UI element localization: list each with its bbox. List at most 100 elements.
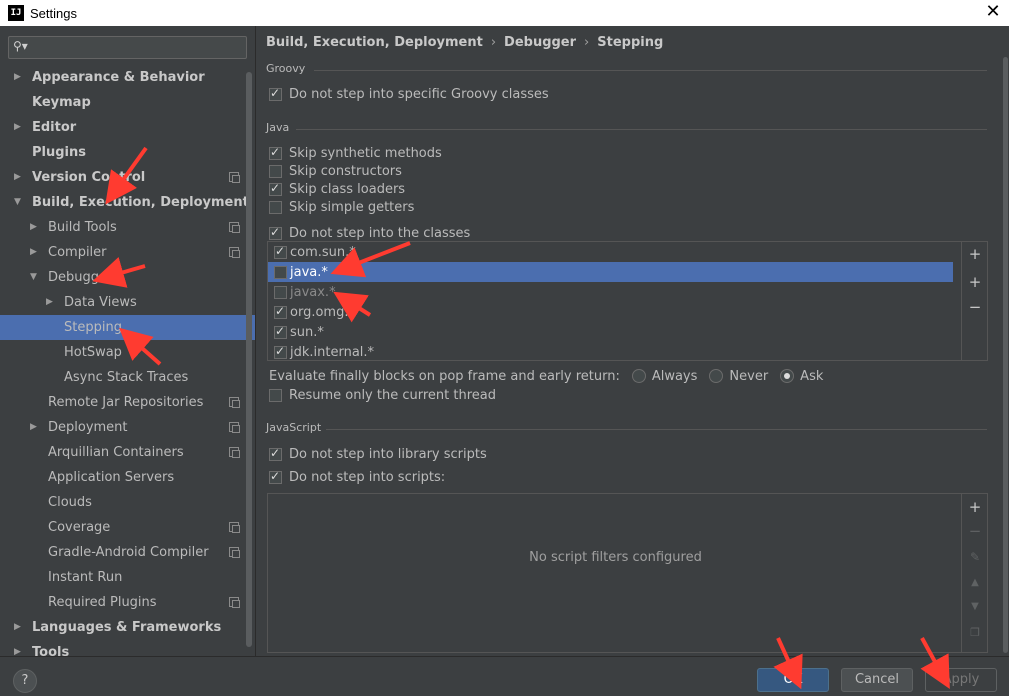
sidebar-item[interactable]: Gradle-Android Compiler xyxy=(0,540,255,565)
remove-icon: − xyxy=(968,522,982,540)
sidebar-item[interactable]: ▼ Debugger xyxy=(0,265,255,290)
sidebar-item[interactable]: Required Plugins xyxy=(0,590,255,615)
sidebar-item[interactable]: Arquillian Containers xyxy=(0,440,255,465)
collapsed-arrow-icon[interactable]: ▶ xyxy=(46,290,53,315)
radio-never[interactable] xyxy=(709,369,724,383)
class-filter-row[interactable]: com.sun.* xyxy=(268,242,953,262)
checkbox[interactable] xyxy=(274,344,287,359)
sidebar-item[interactable]: Keymap xyxy=(0,90,255,115)
cancel-button[interactable]: Cancel xyxy=(841,668,913,692)
class-filter-list[interactable]: com.sun.* java.* javax.* org.omg.* sun.* jdk.… xyxy=(267,241,988,361)
class-filter-row[interactable]: jdk.internal.* xyxy=(268,342,953,360)
collapsed-arrow-icon[interactable]: ▶ xyxy=(30,415,37,440)
radio-ask-label[interactable]: Ask xyxy=(800,369,823,384)
collapsed-arrow-icon[interactable]: ▶ xyxy=(14,615,21,640)
option-scripts[interactable]: Do not step into scripts: xyxy=(269,468,445,486)
checkbox[interactable] xyxy=(269,164,282,178)
sidebar-item[interactable]: ▶ Editor xyxy=(0,115,255,140)
option-groovy-classes[interactable]: Do not step into specific Groovy classes xyxy=(269,85,549,103)
class-filter-row[interactable]: javax.* xyxy=(268,282,953,302)
checkbox[interactable] xyxy=(269,388,282,402)
expanded-arrow-icon[interactable]: ▼ xyxy=(30,265,37,290)
edit-icon: ✎ xyxy=(969,550,981,564)
sidebar-item[interactable]: Plugins xyxy=(0,140,255,165)
checkbox[interactable] xyxy=(274,324,287,339)
sidebar-item[interactable]: ▶ Version Control xyxy=(0,165,255,190)
apply-button[interactable]: Apply xyxy=(925,668,997,692)
sidebar-item-label: Compiler xyxy=(48,245,107,260)
help-button[interactable]: ? xyxy=(13,669,37,693)
java-option[interactable]: Skip simple getters xyxy=(269,198,414,216)
sidebar-item[interactable]: ▶ Languages & Frameworks xyxy=(0,615,255,640)
window-title: Settings xyxy=(30,5,77,21)
radio-always-label[interactable]: Always xyxy=(652,369,698,384)
sidebar-item[interactable]: ▶ Build Tools xyxy=(0,215,255,240)
radio-always[interactable] xyxy=(631,369,646,383)
sidebar-item-label: Deployment xyxy=(48,420,128,435)
checkbox[interactable] xyxy=(269,200,282,214)
sidebar-item-label: Required Plugins xyxy=(48,595,157,610)
sidebar-scrollbar[interactable] xyxy=(246,72,252,647)
checkbox[interactable] xyxy=(274,265,287,279)
option-label: Do not step into specific Groovy classes xyxy=(289,86,549,102)
close-icon[interactable]: ✕ xyxy=(983,2,1003,22)
main-scrollbar[interactable] xyxy=(1003,57,1008,653)
add-class-filter-icon[interactable]: + xyxy=(968,247,982,262)
option-resume-current-thread[interactable]: Resume only the current thread xyxy=(269,386,496,404)
sidebar-item[interactable]: Stepping xyxy=(0,315,255,340)
ok-button[interactable]: OK xyxy=(757,668,829,692)
sidebar-item-label: Version Control xyxy=(32,170,146,185)
radio-never-label[interactable]: Never xyxy=(729,369,768,384)
collapsed-arrow-icon[interactable]: ▶ xyxy=(14,640,21,656)
remove-icon[interactable]: − xyxy=(968,300,982,315)
sidebar-item[interactable]: Coverage xyxy=(0,515,255,540)
breadcrumb-item: Build, Execution, Deployment xyxy=(266,35,483,50)
java-option[interactable]: Skip synthetic methods xyxy=(269,144,442,162)
class-filter-row[interactable]: org.omg.* xyxy=(268,302,953,322)
collapsed-arrow-icon[interactable]: ▶ xyxy=(30,215,37,240)
title-bar: IJ Settings ✕ xyxy=(0,0,1009,26)
search-input[interactable]: ⚲▾ xyxy=(8,36,247,59)
sidebar-item[interactable]: Application Servers xyxy=(0,465,255,490)
option-library-scripts[interactable]: Do not step into library scripts xyxy=(269,445,487,463)
checkbox[interactable] xyxy=(269,469,282,484)
class-filter-pattern: org.omg.* xyxy=(290,304,355,320)
java-option[interactable]: Do not step into the classes xyxy=(269,224,470,242)
checkbox[interactable] xyxy=(269,145,282,160)
collapsed-arrow-icon[interactable]: ▶ xyxy=(14,165,21,190)
sidebar-item[interactable]: ▶ Compiler xyxy=(0,240,255,265)
script-filter-toolbar: + − ✎ ▲ ▼ ❐ xyxy=(961,494,987,652)
sidebar-item-label: Async Stack Traces xyxy=(64,370,189,385)
sidebar-item[interactable]: ▼ Build, Execution, Deployment xyxy=(0,190,255,215)
class-filter-row[interactable]: sun.* xyxy=(268,322,953,342)
radio-ask[interactable] xyxy=(780,369,795,383)
collapsed-arrow-icon[interactable]: ▶ xyxy=(14,115,21,140)
class-filter-row[interactable]: java.* xyxy=(268,262,953,282)
sidebar-item[interactable]: HotSwap xyxy=(0,340,255,365)
add-icon[interactable]: + xyxy=(968,500,982,515)
sidebar-item[interactable]: Remote Jar Repositories xyxy=(0,390,255,415)
expanded-arrow-icon[interactable]: ▼ xyxy=(14,190,21,215)
checkbox[interactable] xyxy=(269,446,282,461)
checkbox[interactable] xyxy=(269,225,282,240)
checkbox[interactable] xyxy=(269,86,282,101)
add-pattern-icon[interactable]: + xyxy=(968,275,982,290)
collapsed-arrow-icon[interactable]: ▶ xyxy=(14,65,21,90)
script-filter-list[interactable]: No script filters configured + − ✎ ▲ ▼ ❐ xyxy=(267,493,988,653)
sidebar-item-label: Appearance & Behavior xyxy=(32,70,205,85)
sidebar-item[interactable]: ▶ Data Views xyxy=(0,290,255,315)
option-label: Do not step into scripts: xyxy=(289,469,446,485)
collapsed-arrow-icon[interactable]: ▶ xyxy=(30,240,37,265)
java-option[interactable]: Skip class loaders xyxy=(269,180,405,198)
checkbox[interactable] xyxy=(269,181,282,196)
checkbox[interactable] xyxy=(274,285,287,299)
checkbox[interactable] xyxy=(274,244,287,259)
checkbox[interactable] xyxy=(274,304,287,319)
java-option[interactable]: Skip constructors xyxy=(269,162,402,180)
sidebar-item[interactable]: ▶ Deployment xyxy=(0,415,255,440)
sidebar-item[interactable]: ▶ Appearance & Behavior xyxy=(0,65,255,90)
sidebar-item[interactable]: Async Stack Traces xyxy=(0,365,255,390)
sidebar-item[interactable]: Clouds xyxy=(0,490,255,515)
sidebar-item[interactable]: Instant Run xyxy=(0,565,255,590)
sidebar-item[interactable]: ▶ Tools xyxy=(0,640,255,656)
